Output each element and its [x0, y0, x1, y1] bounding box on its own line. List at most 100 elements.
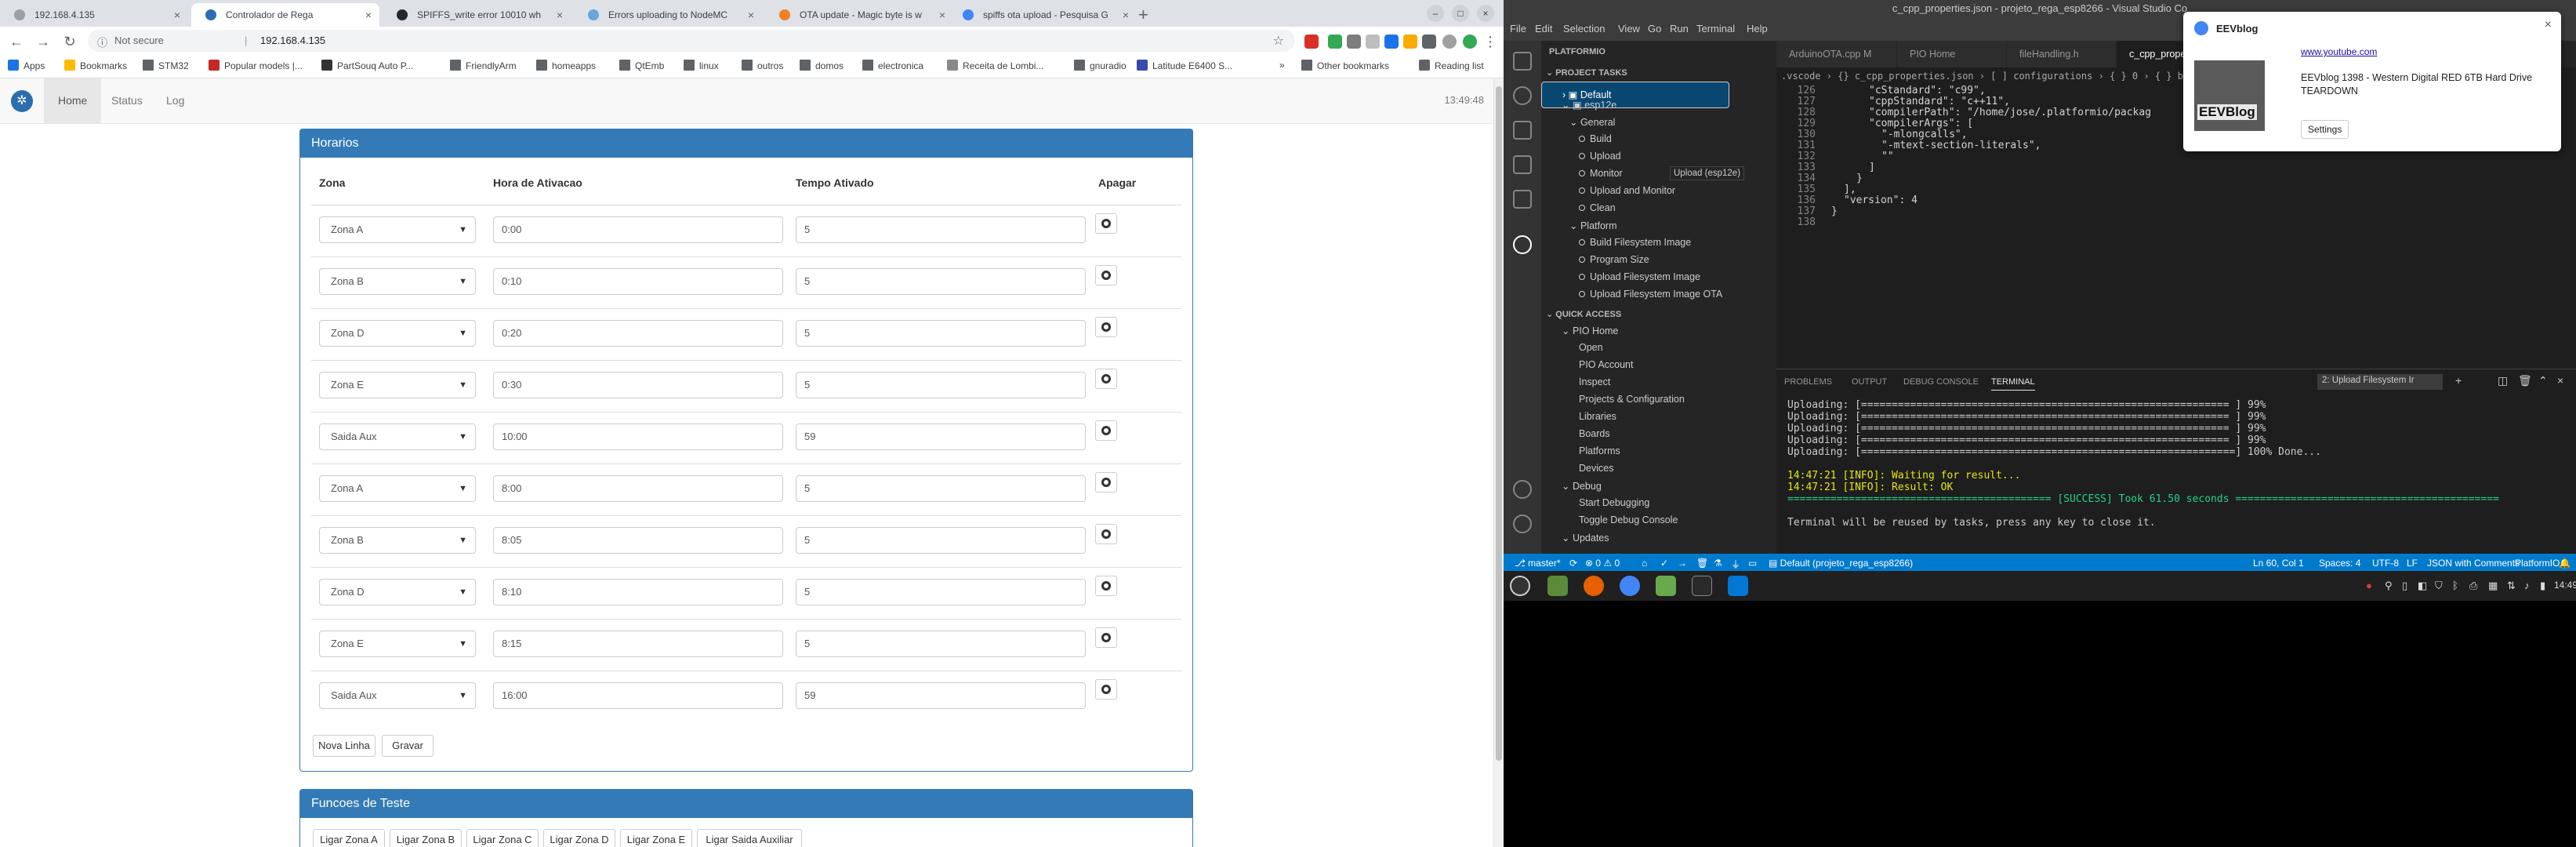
ligar-zona-a-button[interactable]: Ligar Zona A [313, 829, 385, 847]
extension-icon[interactable] [1328, 35, 1342, 49]
platformio-status[interactable]: PlatformIO [2515, 558, 2560, 569]
trash-icon[interactable]: 🗑 [1696, 558, 1708, 569]
problems-status[interactable]: ⊗ 0 ⚠ 0 [1585, 558, 1620, 569]
bookmark-item[interactable]: outros [742, 60, 783, 75]
zona-select[interactable]: Zona E ▼ [319, 372, 476, 398]
hora-input[interactable]: 0:10 [493, 268, 783, 295]
quick-pio-home[interactable]: ⌄ PIO Home [1562, 325, 1618, 336]
terminal-icon[interactable] [1692, 576, 1712, 596]
bookmark-item[interactable]: electronica [862, 60, 923, 75]
indentation[interactable]: Spaces: 4 [2319, 558, 2360, 569]
network-icon[interactable]: ⇅ [2507, 580, 2516, 592]
ligar-zona-b-button[interactable]: Ligar Zona B [390, 829, 462, 847]
bookmark-item[interactable]: Bookmarks [64, 60, 127, 75]
opera-extension-icon[interactable] [1304, 35, 1319, 49]
tempo-input[interactable]: 5 [796, 579, 1086, 605]
hora-input[interactable]: 0:00 [493, 216, 783, 243]
bookmark-item[interactable]: Receita de Lombi... [947, 60, 1043, 75]
panel-tab-output[interactable]: OUTPUT [1852, 377, 1887, 387]
bookmark-item[interactable]: domos [800, 60, 844, 75]
task-upload[interactable]: Upload [1579, 151, 1621, 162]
menu-run[interactable]: Run [1670, 23, 1689, 35]
hora-input[interactable]: 8:05 [493, 527, 783, 554]
close-icon[interactable]: × [174, 3, 180, 27]
bookmark-item[interactable]: QtEmb [619, 60, 664, 75]
app-logo-icon[interactable]: ✲ [11, 90, 33, 112]
browser-tab-5[interactable]: OTA update - Magic byte is w × [765, 3, 953, 27]
delete-row-button[interactable] [1095, 576, 1117, 596]
browser-tab-4[interactable]: Errors uploading to NodeMC × [574, 3, 762, 27]
task-esp12e[interactable]: ⌄ ▣ esp12e [1562, 99, 1616, 111]
scroll-thumb[interactable] [1496, 86, 1502, 761]
page-scrollbar[interactable] [1493, 78, 1504, 847]
menu-help[interactable]: Help [1747, 23, 1768, 35]
tray-icon[interactable]: ▯ [2402, 580, 2407, 592]
task-monitor[interactable]: Monitor [1579, 168, 1623, 179]
bookmark-item[interactable]: PartSouq Auto P... [321, 60, 413, 75]
zona-select[interactable]: Zona A ▼ [319, 216, 476, 243]
task-build[interactable]: Build [1579, 133, 1612, 144]
close-icon[interactable]: × [557, 3, 563, 27]
task-program-size[interactable]: Program Size [1579, 254, 1649, 265]
quick-projects[interactable]: Projects & Configuration [1579, 394, 1685, 405]
tempo-input[interactable]: 5 [796, 216, 1086, 243]
delete-row-button[interactable] [1095, 369, 1117, 389]
delete-row-button[interactable] [1095, 213, 1117, 234]
close-icon[interactable]: × [2545, 18, 2552, 32]
project-tasks-header[interactable]: ⌄ PROJECT TASKS [1546, 67, 1627, 78]
zona-select[interactable]: Saida Aux ▼ [319, 424, 476, 450]
hora-input[interactable]: 10:00 [493, 424, 783, 450]
browser-tab-2[interactable]: Controlador de Rega × [191, 3, 379, 27]
tempo-input[interactable]: 5 [796, 268, 1086, 295]
plug-icon[interactable]: ⏚ [1731, 558, 1740, 571]
nav-status[interactable]: Status [97, 78, 157, 123]
notification-link[interactable]: www.youtube.com [2301, 46, 2377, 57]
menu-file[interactable]: File [1510, 23, 1526, 35]
task-general[interactable]: ⌄ General [1569, 116, 1615, 128]
extensions-icon[interactable] [1513, 190, 1532, 209]
bookmark-item[interactable]: FriendlyArm [450, 60, 517, 75]
chrome-icon[interactable] [1620, 576, 1640, 596]
back-icon[interactable]: ← [6, 31, 27, 52]
close-panel-icon[interactable]: × [2557, 374, 2563, 387]
star-icon[interactable]: ☆ [1273, 33, 1284, 49]
tempo-input[interactable]: 5 [796, 475, 1086, 502]
nav-log[interactable]: Log [152, 78, 198, 123]
bluetooth-icon[interactable]: ᛒ [2452, 580, 2458, 591]
hora-input[interactable]: 16:00 [493, 682, 783, 709]
task-clean[interactable]: Clean [1579, 202, 1616, 213]
editor-tab-arduinoota[interactable]: ArduinoOTA.cpp M [1776, 41, 1897, 67]
tempo-input[interactable]: 5 [796, 631, 1086, 657]
eol[interactable]: LF [2407, 558, 2418, 569]
close-icon[interactable]: × [365, 3, 372, 27]
url-text[interactable]: 192.168.4.135 [260, 35, 325, 46]
menu-icon[interactable] [1510, 576, 1530, 596]
menu-selection[interactable]: Selection [1563, 23, 1605, 35]
save-button[interactable]: Gravar [382, 735, 434, 757]
tempo-input[interactable]: 59 [796, 424, 1086, 450]
delete-row-button[interactable] [1095, 472, 1117, 493]
maximize-button[interactable]: □ [1452, 5, 1469, 22]
quick-updates[interactable]: ⌄ Updates [1562, 532, 1609, 543]
quick-inspect[interactable]: Inspect [1579, 376, 1610, 387]
menu-go[interactable]: Go [1648, 23, 1661, 35]
close-icon[interactable]: × [939, 3, 945, 27]
bookmark-item[interactable]: Popular models |... [209, 60, 303, 75]
quick-platforms[interactable]: Platforms [1579, 445, 1620, 456]
hora-input[interactable]: 0:20 [493, 320, 783, 347]
editor-tab-pio-home[interactable]: PIO Home [1897, 41, 2007, 67]
browser-tab-6[interactable]: spiffs ota upload - Pesquisa G × [949, 3, 1137, 27]
quick-devices[interactable]: Devices [1579, 463, 1613, 474]
hora-input[interactable]: 0:30 [493, 372, 783, 398]
reload-icon[interactable]: ↻ [60, 31, 80, 52]
zona-select[interactable]: Zona D ▼ [319, 579, 476, 605]
upload-icon[interactable]: → [1678, 558, 1687, 569]
hora-input[interactable]: 8:10 [493, 579, 783, 605]
bookmark-item[interactable]: STM32 [143, 60, 189, 75]
new-tab-button[interactable]: + [1138, 3, 1148, 27]
clock[interactable]: 14:49 [2554, 580, 2576, 591]
split-terminal-icon[interactable]: ◫ [2498, 374, 2508, 387]
address-bar[interactable]: ⓘ Not secure | 192.168.4.135 ☆ [88, 30, 1295, 52]
language-mode[interactable]: JSON with Comments [2427, 558, 2520, 569]
chevron-up-icon[interactable]: ⌃ [2538, 374, 2548, 387]
